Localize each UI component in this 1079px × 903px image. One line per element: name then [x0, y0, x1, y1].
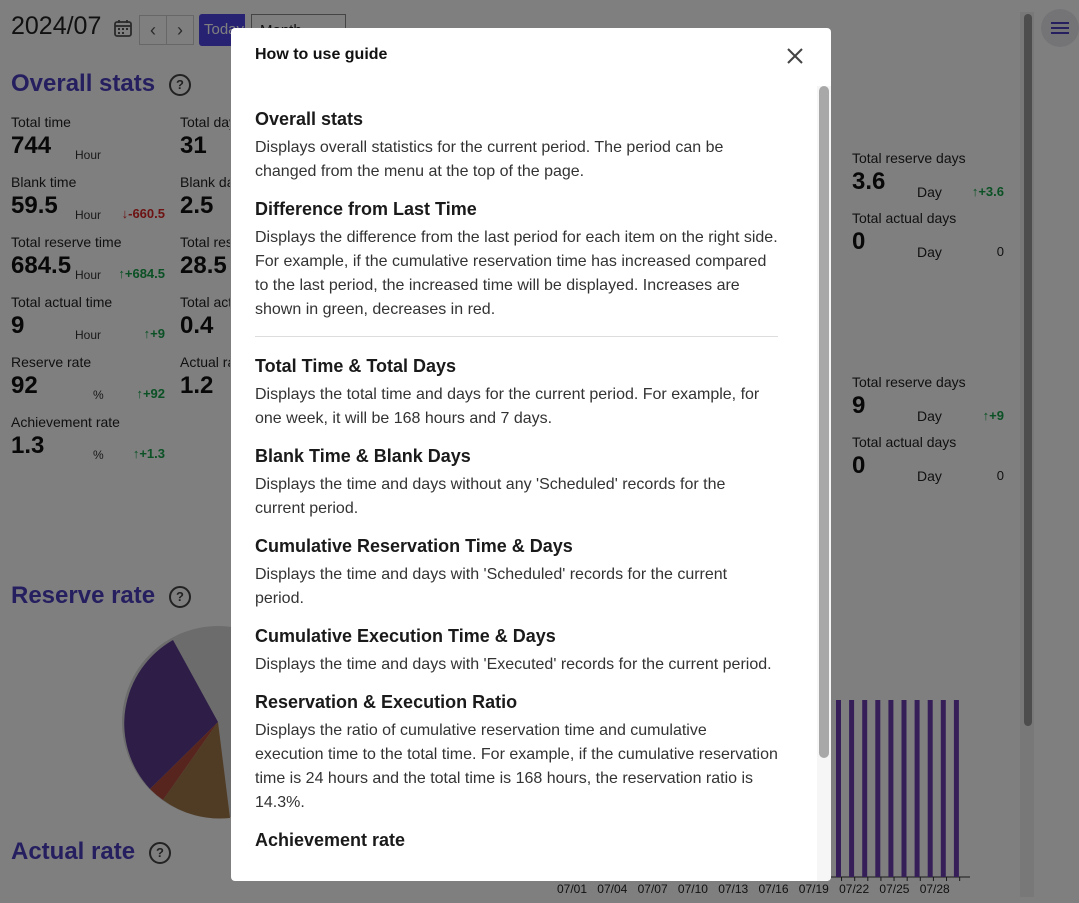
modal-title: How to use guide: [255, 46, 388, 63]
close-icon[interactable]: [785, 46, 805, 66]
guide-section-heading: Cumulative Reservation Time & Days: [255, 536, 573, 556]
guide-content: Overall stats Displays overall statistics…: [231, 86, 816, 851]
guide-section-text: Displays the time and days with 'Execute…: [255, 656, 772, 673]
guide-section-heading: Overall stats: [255, 109, 364, 129]
guide-section-heading: Achievement rate: [255, 830, 406, 850]
guide-section-heading: Reservation & Execution Ratio: [255, 692, 518, 712]
guide-section-text: Displays the difference from the last pe…: [255, 229, 778, 318]
guide-section-heading: Blank Time & Blank Days: [255, 446, 471, 466]
modal-scrollbar-thumb[interactable]: [819, 86, 829, 758]
guide-section-text: Displays the total time and days for the…: [255, 386, 760, 427]
guide-modal: How to use guide Overall stats Displays o…: [231, 28, 831, 881]
modal-body[interactable]: Overall stats Displays overall statistics…: [231, 86, 816, 881]
guide-section-text: Displays overall statistics for the curr…: [255, 139, 724, 180]
guide-section-text: Displays the time and days without any '…: [255, 476, 726, 517]
guide-section-heading: Difference from Last Time: [255, 199, 477, 219]
guide-divider: [255, 336, 778, 337]
guide-section-text: Displays the ratio of cumulative reserva…: [255, 722, 778, 811]
guide-section-heading: Total Time & Total Days: [255, 356, 457, 376]
guide-section-text: Displays the time and days with 'Schedul…: [255, 566, 728, 607]
guide-section-heading: Cumulative Execution Time & Days: [255, 626, 556, 646]
